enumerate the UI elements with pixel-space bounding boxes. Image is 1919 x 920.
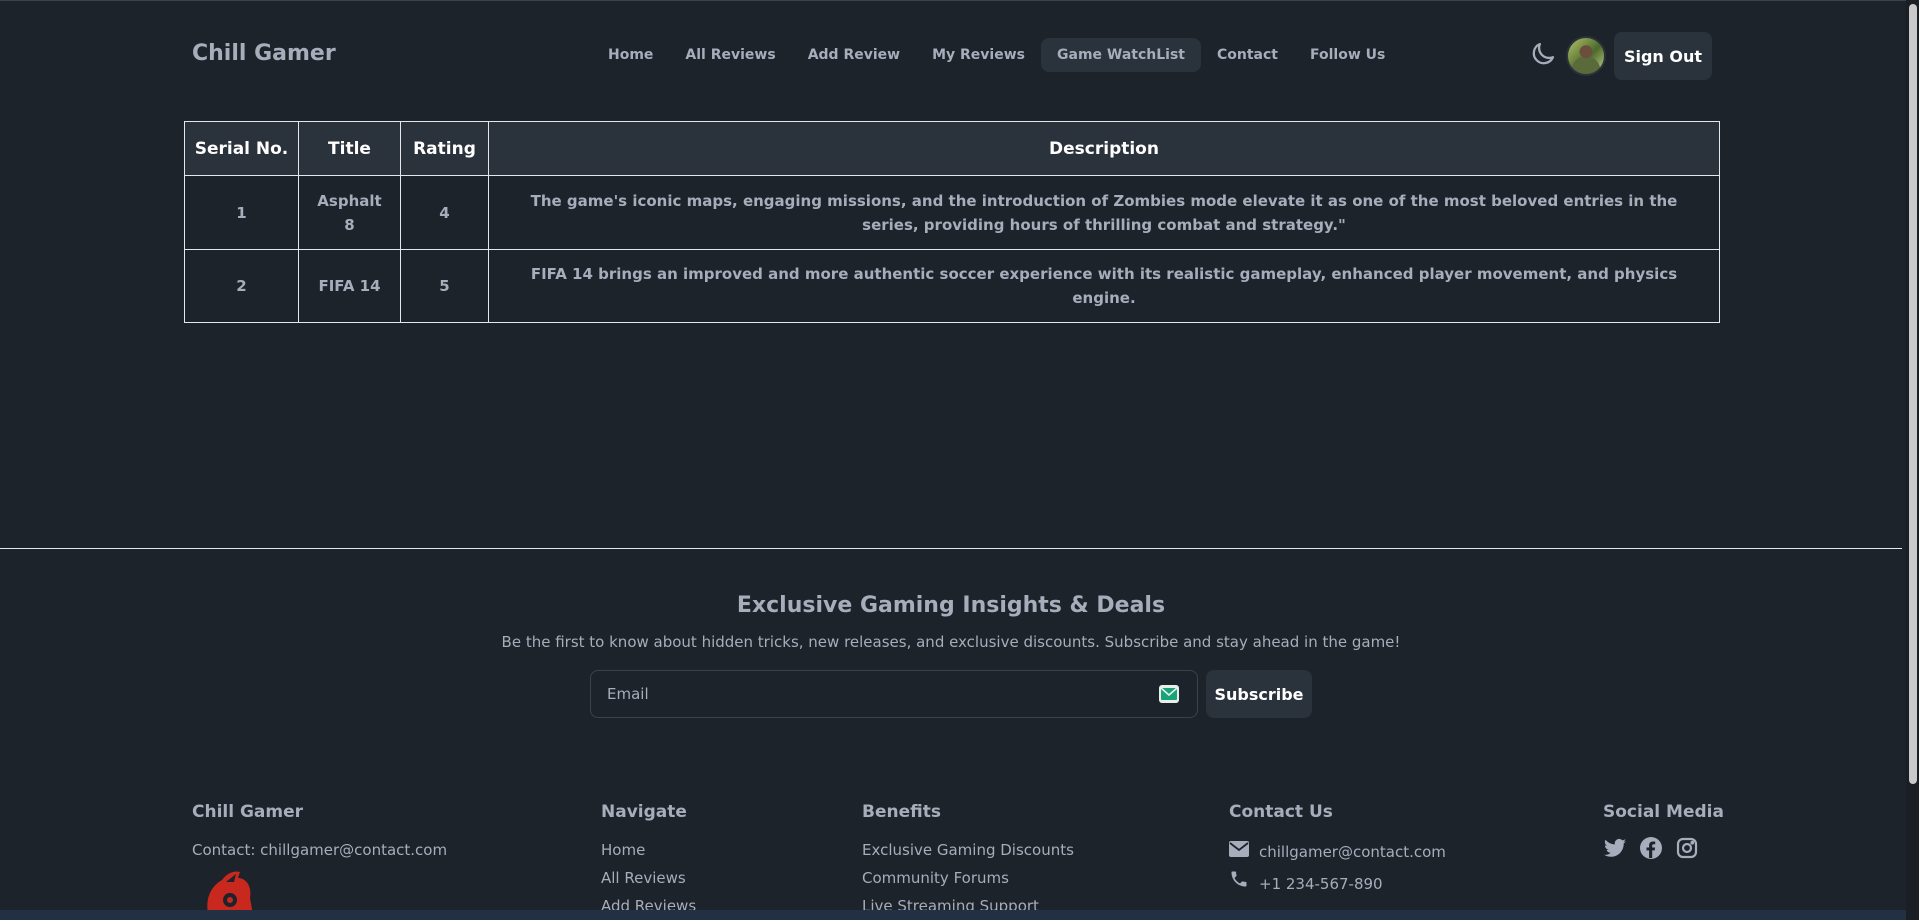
footer-contact-email-text[interactable]: chillgamer@contact.com — [1259, 836, 1446, 868]
footer-email-row: chillgamer@contact.com — [1229, 836, 1446, 868]
footer-benefit-discounts[interactable]: Exclusive Gaming Discounts — [862, 836, 1074, 864]
watchlist-table: Serial No. Title Rating Description 1 As… — [184, 121, 1720, 323]
cell-rating: 5 — [400, 249, 489, 323]
email-field-wrapper — [590, 670, 1198, 718]
newsletter-title: Exclusive Gaming Insights & Deals — [736, 593, 1166, 618]
header-title: Title — [298, 121, 401, 176]
nav-link-my-reviews[interactable]: My Reviews — [916, 38, 1041, 72]
footer-social-title: Social Media — [1603, 802, 1724, 822]
brand-logo-text[interactable]: Chill Gamer — [192, 41, 336, 66]
nav-link-follow-us[interactable]: Follow Us — [1294, 38, 1401, 72]
table-row: 1 Asphalt 8 4 The game's iconic maps, en… — [184, 175, 1720, 250]
cell-serial: 2 — [184, 249, 299, 323]
twitter-icon[interactable] — [1603, 836, 1627, 860]
cell-description: The game's iconic maps, engaging mission… — [488, 175, 1720, 250]
sign-out-button[interactable]: Sign Out — [1614, 32, 1712, 80]
header-description: Description — [488, 121, 1720, 176]
cell-serial: 1 — [184, 175, 299, 250]
footer-phone-row: +1 234-567-890 — [1229, 868, 1446, 900]
nav-link-game-watchlist[interactable]: Game WatchList — [1041, 38, 1201, 72]
table-row: 2 FIFA 14 5 FIFA 14 brings an improved a… — [184, 249, 1720, 323]
cell-rating: 4 — [400, 175, 489, 250]
footer-contact-title: Contact Us — [1229, 802, 1333, 822]
social-icons — [1603, 836, 1724, 860]
nav-link-home[interactable]: Home — [592, 38, 669, 72]
moon-icon[interactable] — [1528, 39, 1558, 69]
facebook-icon[interactable] — [1639, 836, 1663, 860]
footer-social: Social Media — [1603, 802, 1724, 860]
avatar[interactable] — [1566, 36, 1606, 76]
main-nav: Home All Reviews Add Review My Reviews G… — [592, 38, 1401, 72]
footer-about: Chill Gamer Contact: chillgamer@contact.… — [192, 802, 447, 864]
mail-icon — [1159, 685, 1179, 703]
header-serial: Serial No. — [184, 121, 299, 176]
taskbar-strip — [0, 910, 1919, 920]
footer-benefits: Benefits Exclusive Gaming Discounts Comm… — [862, 802, 1074, 920]
cell-title: Asphalt 8 — [298, 175, 401, 250]
email-field[interactable] — [607, 671, 1137, 717]
nav-link-all-reviews[interactable]: All Reviews — [669, 38, 791, 72]
footer-link-home[interactable]: Home — [601, 836, 696, 864]
footer-link-all-reviews[interactable]: All Reviews — [601, 864, 696, 892]
cell-description: FIFA 14 brings an improved and more auth… — [488, 249, 1720, 323]
scrollbar-thumb[interactable] — [1909, 4, 1917, 784]
footer-benefit-forums[interactable]: Community Forums — [862, 864, 1074, 892]
newsletter-subtitle: Be the first to know about hidden tricks… — [501, 633, 1401, 651]
envelope-icon — [1229, 836, 1249, 868]
cell-title: FIFA 14 — [298, 249, 401, 323]
table-header-row: Serial No. Title Rating Description — [184, 121, 1720, 176]
instagram-icon[interactable] — [1675, 836, 1699, 860]
footer-contact-email: Contact: chillgamer@contact.com — [192, 841, 448, 859]
footer-navigate-title: Navigate — [601, 802, 687, 822]
footer-phone-text[interactable]: +1 234-567-890 — [1259, 868, 1383, 900]
navbar: Chill Gamer Home All Reviews Add Review … — [0, 0, 1919, 110]
nav-link-contact[interactable]: Contact — [1201, 38, 1294, 72]
header-rating: Rating — [400, 121, 489, 176]
footer-navigate: Navigate Home All Reviews Add Reviews — [601, 802, 696, 920]
nav-link-add-review[interactable]: Add Review — [792, 38, 916, 72]
phone-icon — [1229, 868, 1249, 900]
footer-about-title: Chill Gamer — [192, 802, 304, 822]
subscribe-button[interactable]: Subscribe — [1206, 670, 1312, 718]
footer-contact: Contact Us chillgamer@contact.com +1 234… — [1229, 802, 1446, 900]
section-divider — [0, 548, 1902, 549]
footer-benefits-title: Benefits — [862, 802, 941, 822]
